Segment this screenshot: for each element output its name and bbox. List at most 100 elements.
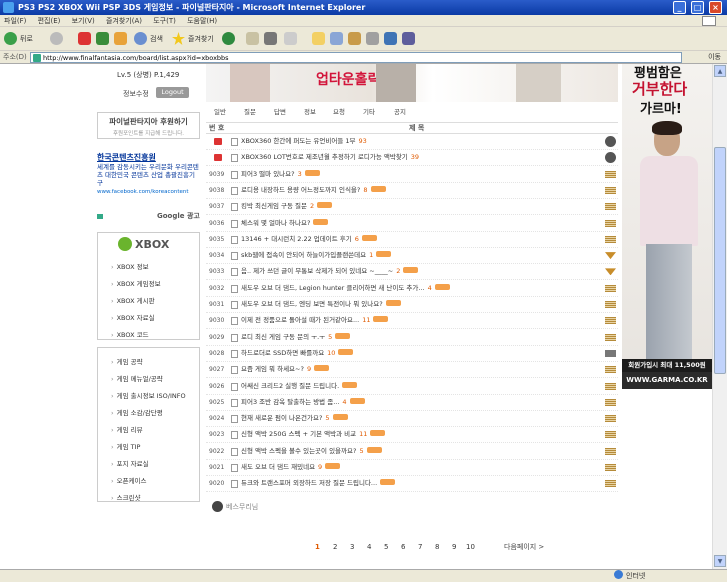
post-row[interactable]: 9020 듀크와 트랜스포머 외장하드 저장 질문 드립니다... (206, 476, 618, 493)
post-row[interactable]: 9021 새도 오브 더 댐드 재밌네요 9 (206, 460, 618, 476)
home-icon[interactable] (114, 32, 127, 45)
logout-button[interactable]: Logout (156, 87, 189, 98)
tab-notice[interactable]: 공지 (394, 106, 406, 118)
vertical-scrollbar[interactable]: ▲ ▼ (712, 64, 727, 569)
post-title[interactable]: 피어3 떨마 있나요? (241, 170, 295, 178)
maximize-button[interactable]: □ (691, 1, 704, 14)
post-title[interactable]: 신형 액박 스펙을 볼수 있는곳이 있을까요? (241, 447, 356, 455)
tool-icon[interactable] (384, 32, 397, 45)
post-row[interactable]: 9027 요즘 게임 뭐 하세요~? 9 (206, 362, 618, 379)
post-title[interactable]: 듀크와 트랜스포머 외장하드 저장 질문 드립니다... (241, 479, 377, 487)
favorites-button-label[interactable]: 즐겨찾기 (188, 32, 214, 46)
tab-answer[interactable]: 답변 (274, 106, 286, 118)
post-title[interactable]: XBOX360 한간에 퍼도는 유언비어들 1부 (241, 137, 356, 145)
post-title[interactable]: 어쌔신 크리드2 실행 질문 드립니다. (241, 382, 339, 390)
xbox-menu-item[interactable]: XBOX 코드 (111, 329, 149, 339)
post-title[interactable]: 새도 오브 더 댐드 재밌네요 (241, 463, 315, 471)
post-row[interactable]: 9024 현재 새로운 펌이 나온건가요? 5 (206, 411, 618, 428)
profile-edit-link[interactable]: 정보수정 (123, 89, 149, 99)
tab-request[interactable]: 요청 (333, 106, 345, 118)
kca-ad[interactable]: 한국콘텐츠진흥원 세계를 감동시키는 우리문화 우리콘텐츠 대한민국 콘텐츠 산… (97, 152, 200, 195)
menu-help[interactable]: 도움말(H) (187, 17, 217, 25)
post-title[interactable]: 13146 + 대시런치 2.22 업데이트 후기 (241, 235, 352, 243)
tab-etc[interactable]: 기타 (363, 106, 375, 118)
tab-question[interactable]: 질문 (244, 106, 256, 118)
post-title[interactable]: 피어3 조반 감옥 탈출하는 방법 좀... (241, 398, 339, 406)
menu-edit[interactable]: 편집(E) (38, 17, 61, 25)
close-button[interactable]: × (709, 1, 722, 14)
category-menu-item[interactable]: 게임 공략 (111, 356, 143, 366)
fashion-banner-ad[interactable]: 업타운홀릭 (206, 64, 618, 102)
key-icon[interactable] (366, 32, 379, 45)
extension-icon[interactable] (402, 32, 415, 45)
post-row[interactable]: 9038 로디용 내장하드 용량 어느정도까지 인식을? 8 (206, 183, 618, 199)
post-title[interactable]: 새도우 오브 더 댐드, Legion hunter 클리어하면 새 난이도 추… (241, 284, 425, 292)
tab-general[interactable]: 일반 (214, 106, 226, 118)
post-title[interactable]: 이제 전 정품으로 돌아설 때가 된거같아요... (241, 316, 359, 324)
writer-label[interactable]: 베스무리님 (212, 501, 258, 512)
menu-favorites[interactable]: 즐겨찾기(A) (106, 17, 142, 25)
post-row[interactable]: 9033 음.. 제가 쓰던 글이 무통보 삭제가 되어 있네요 ~____~ 2 (206, 264, 618, 281)
kca-title[interactable]: 한국콘텐츠진흥원 (97, 152, 200, 163)
history-icon[interactable] (222, 32, 235, 45)
edit-icon[interactable] (284, 32, 297, 45)
category-menu-item[interactable]: 게임 TIP (111, 441, 141, 451)
menu-view[interactable]: 보기(V) (72, 17, 95, 25)
post-title[interactable]: 체스워 몇 얼마나 하나요? (241, 219, 310, 227)
category-menu-item[interactable]: 게임 리뷰 (111, 424, 143, 434)
xbox-menu-item[interactable]: XBOX 정보 (111, 261, 149, 271)
category-menu-item[interactable]: 게임 출시정보 ISO/INFO (111, 390, 186, 400)
category-menu-item[interactable]: 포지 자료실 (111, 458, 149, 468)
mail-icon[interactable] (246, 32, 259, 45)
post-row[interactable]: 9032 새도우 오브 더 댐드, Legion hunter 클리어하면 새 난… (206, 281, 618, 297)
back-button-label[interactable]: 뒤로 (20, 32, 33, 46)
stop-icon[interactable] (78, 32, 91, 45)
post-row[interactable]: 9028 하드로더로 SSD하면 빠를까요 10 (206, 346, 618, 362)
post-title[interactable]: 음.. 제가 쓰던 글이 무통보 삭제가 되어 있네요 ~____~ (241, 267, 393, 275)
favorites-star-icon[interactable] (172, 32, 185, 45)
page-link[interactable]: 10 (466, 540, 475, 554)
page-link[interactable]: 8 (435, 540, 439, 554)
kca-link[interactable]: www.facebook.com/koreacontent (97, 189, 200, 195)
page-link[interactable]: 3 (350, 540, 354, 554)
category-menu-item[interactable]: 오픈케이스 (111, 475, 147, 485)
post-title[interactable]: 하드로더로 SSD하면 빠를까요 (241, 349, 324, 357)
minimize-button[interactable]: _ (673, 1, 686, 14)
xbox-menu-item[interactable]: XBOX 게시판 (111, 295, 155, 305)
post-title[interactable]: XBOX360 LOT번호로 제조년월 추정하기 로디가능 액박찾기 (241, 153, 408, 161)
category-menu-item[interactable]: 스크린샷 (111, 492, 141, 502)
post-row[interactable]: 9022 신형 액박 스펙을 볼수 있는곳이 있을까요? 5 (206, 444, 618, 460)
search-icon[interactable] (134, 32, 147, 45)
menu-file[interactable]: 파일(F) (4, 17, 26, 25)
page-link[interactable]: 2 (333, 540, 337, 554)
go-button[interactable]: 이동 (708, 52, 721, 62)
post-row[interactable]: 9039 피어3 떨마 있나요? 3 (206, 167, 618, 183)
xbox-menu-item[interactable]: XBOX 게임정보 (111, 278, 161, 288)
post-row[interactable]: 9036 체스워 몇 얼마나 하나요? (206, 216, 618, 232)
post-title[interactable]: skb웹에 접속이 안되어 하늘이가입플랜쓴데요 (241, 251, 366, 259)
scroll-thumb[interactable] (714, 147, 726, 374)
messenger-icon[interactable] (330, 32, 343, 45)
notice-row[interactable]: XBOX360 LOT번호로 제조년월 추정하기 로디가능 액박찾기 39 (206, 150, 618, 167)
page-link[interactable]: 6 (401, 540, 405, 554)
page-link[interactable]: 7 (418, 540, 422, 554)
print-icon[interactable] (264, 32, 277, 45)
post-row[interactable]: 9026 어쌔신 크리드2 실행 질문 드립니다. (206, 379, 618, 395)
menu-tools[interactable]: 도구(T) (153, 17, 176, 25)
category-menu-item[interactable]: 게임 메뉴얼/공략 (111, 373, 163, 383)
post-title[interactable]: 요즘 게임 뭐 하세요~? (241, 365, 304, 373)
pen-icon[interactable] (348, 32, 361, 45)
page-link[interactable]: 5 (384, 540, 388, 554)
post-title[interactable]: 킹박 최신게임 구동 질문 (241, 202, 307, 210)
post-row[interactable]: 9023 신형 액박 250G 스펙 + 기본 액박과 비교 11 (206, 427, 618, 444)
search-button-label[interactable]: 검색 (150, 32, 163, 46)
post-title[interactable]: 로디 최신 게임 구동 문의 ㅜ.ㅜ (241, 333, 325, 341)
post-row[interactable]: 9035 13146 + 대시런치 2.22 업데이트 후기 6 (206, 232, 618, 248)
post-row[interactable]: 9029 로디 최신 게임 구동 문의 ㅜ.ㅜ 5 (206, 330, 618, 346)
post-row[interactable]: 9031 새도우 오브 더 댐드, 엔딩 보면 특전이나 뭐 있나요? (206, 297, 618, 313)
page-link[interactable]: 9 (452, 540, 456, 554)
page-link[interactable]: 4 (367, 540, 371, 554)
forward-icon[interactable] (50, 32, 63, 45)
post-row[interactable]: 9037 킹박 최신게임 구동 질문 2 (206, 199, 618, 216)
post-title[interactable]: 새도우 오브 더 댐드, 엔딩 보면 특전이나 뭐 있나요? (241, 300, 383, 308)
